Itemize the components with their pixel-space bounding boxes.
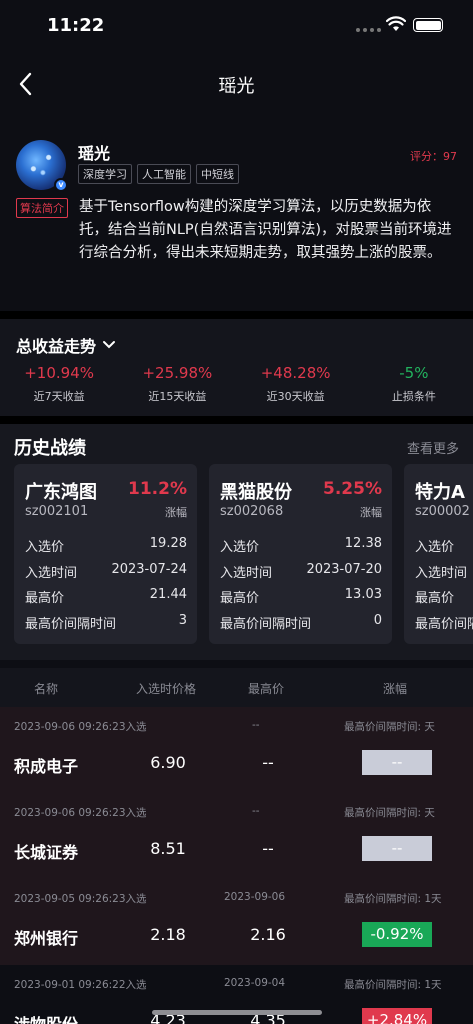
stock-name: 广东鸿图: [25, 482, 97, 503]
stock-name: 积成电子: [14, 757, 79, 776]
algo-intro-badge: 算法简介: [16, 198, 68, 218]
col-name: 名称: [34, 682, 59, 696]
table-row[interactable]: 2023-09-01 09:26:22入选 2023-09-04 最高价间隔时间…: [0, 965, 473, 1024]
change-badge: +2.84%: [362, 1008, 432, 1024]
tag: 人工智能: [137, 164, 191, 184]
chevron-down-icon: [103, 341, 116, 349]
history-card[interactable]: 黑猫股份 sz002068 5.25% 涨幅 入选价 12.38 入选时间 2023…: [209, 464, 392, 644]
stock-gain: 11.2%: [128, 479, 187, 499]
wifi-icon: [386, 16, 406, 31]
stock-code: sz002068: [220, 504, 284, 519]
table-row[interactable]: 2023-09-06 09:26:23入选 -- 最高价间隔时间: 天 长城证券…: [0, 793, 473, 879]
returns-dropdown[interactable]: 总收益走势: [16, 333, 116, 357]
stock-name: 涉物股份: [14, 1011, 78, 1024]
returns-title: 总收益走势: [16, 337, 97, 356]
page-title: 瑶光: [218, 76, 255, 97]
tag: 深度学习: [78, 164, 132, 184]
return-15d: +25.98% 近15天收益: [142, 364, 213, 403]
col-high: 最高价: [248, 682, 285, 696]
stock-code: sz00002: [415, 504, 470, 519]
algo-description: 基于Tensorflow构建的深度学习算法，以历史数据为依托，结合当前NLP(自…: [79, 199, 452, 261]
history-card[interactable]: 广东鸿图 sz002101 11.2% 涨幅 入选价 19.28 入选时间 2023…: [14, 464, 197, 644]
col-change: 涨幅: [383, 682, 408, 696]
home-indicator[interactable]: [152, 1010, 322, 1015]
stop-loss: -5% 止损条件: [391, 364, 436, 403]
table-header: 名称 入选时价格 最高价 涨幅: [0, 668, 473, 707]
battery-icon: [413, 18, 443, 32]
history-card[interactable]: 特力A sz00002 入选价 入选时间 最高价 最高价间隔时间: [404, 464, 473, 644]
history-record-panel: 历史战绩 查看更多 广东鸿图 sz002101 11.2% 涨幅 入选价 19.2…: [0, 424, 473, 660]
avatar: v: [16, 140, 68, 192]
gain-label: 涨幅: [165, 506, 187, 519]
stock-name: 郑州银行: [14, 929, 79, 948]
view-more-link[interactable]: 查看更多: [407, 438, 459, 457]
return-30d: +48.28% 近30天收益: [260, 364, 331, 403]
tag-list: 深度学习 人工智能 中短线: [78, 164, 239, 184]
tag: 中短线: [196, 164, 239, 184]
strategy-name: 瑶光: [78, 144, 111, 163]
table-row[interactable]: 2023-09-05 09:26:23入选 2023-09-06 最高价间隔时间…: [0, 879, 473, 965]
stock-name: 长城证券: [14, 843, 79, 862]
stock-gain: 5.25%: [323, 479, 382, 499]
stock-code: sz002101: [25, 504, 89, 519]
table-row[interactable]: 2023-09-06 09:26:23入选 -- 最高价间隔时间: 天 积成电子…: [0, 707, 473, 793]
history-title: 历史战绩: [14, 438, 86, 459]
change-badge: --: [362, 750, 432, 775]
change-badge: -0.92%: [362, 922, 432, 947]
status-time: 11:22: [47, 15, 105, 36]
history-cards[interactable]: 广东鸿图 sz002101 11.2% 涨幅 入选价 19.28 入选时间 2023…: [14, 464, 473, 644]
nav-bar: 瑶光: [0, 52, 473, 116]
strategy-profile: v 瑶光 深度学习 人工智能 中短线 评分：97 算法简介 基于Tensorfl…: [0, 116, 473, 311]
change-badge: --: [362, 836, 432, 861]
stock-name: 特力A: [415, 482, 465, 503]
gain-label: 涨幅: [360, 506, 382, 519]
return-7d: +10.94% 近7天收益: [24, 364, 94, 403]
status-bar: 11:22: [0, 0, 473, 52]
stock-name: 黑猫股份: [220, 482, 292, 503]
total-returns-panel: 总收益走势 +10.94% 近7天收益 +25.98% 近15天收益 +48.2…: [0, 319, 473, 416]
score-label: 评分：97: [410, 150, 457, 163]
cellular-signal-icon: [356, 28, 381, 32]
col-entry-price: 入选时价格: [136, 682, 197, 696]
verified-badge-icon: v: [54, 178, 68, 192]
